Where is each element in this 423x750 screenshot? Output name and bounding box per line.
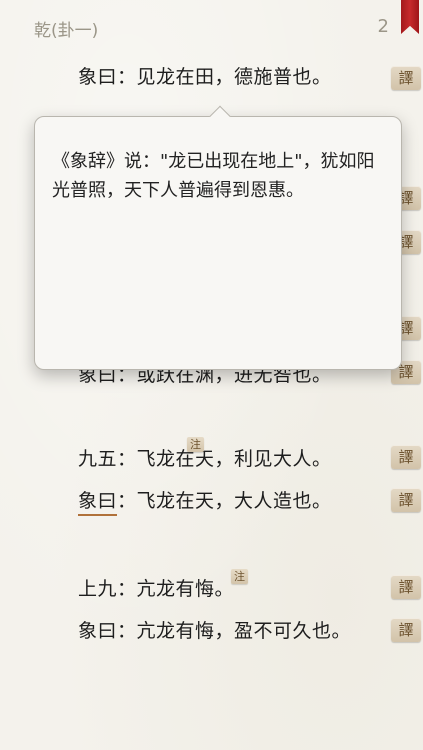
translate-button[interactable]: 譯 bbox=[391, 618, 421, 642]
line-text: 飞龙在天，大人造也。 bbox=[136, 490, 332, 512]
line-label: 上九： bbox=[78, 578, 137, 600]
text-line-1: 象曰：见龙在田，德施普也。 bbox=[78, 66, 332, 88]
popup-arrow bbox=[209, 103, 231, 117]
line-text: 亢龙有悔。 bbox=[136, 578, 235, 600]
bookmark-ribbon[interactable] bbox=[401, 0, 419, 34]
line-label: 九五： bbox=[78, 448, 137, 470]
text-line-5: 上九：亢龙有悔。 bbox=[78, 574, 234, 601]
text-line-6: 象曰：亢龙有悔，盈不可久也。 bbox=[78, 620, 352, 642]
translate-button[interactable]: 譯 bbox=[391, 66, 421, 90]
page-number: 2 bbox=[377, 16, 389, 37]
note-badge[interactable]: 注 bbox=[231, 569, 248, 584]
text-line-3: 九五：飞龙在天，利见大人。 bbox=[78, 444, 332, 471]
line-separator: ： bbox=[117, 490, 137, 512]
translation-popup[interactable]: 《象辞》说："龙已出现在地上"，犹如阳光普照，天下人普遍得到恩惠。 bbox=[34, 116, 402, 370]
popup-text: 《象辞》说："龙已出现在地上"，犹如阳光普照，天下人普遍得到恩惠。 bbox=[52, 151, 375, 201]
line-text: 飞龙在天，利见大人。 bbox=[136, 448, 332, 470]
line-label-link[interactable]: 象曰 bbox=[78, 490, 118, 516]
text-line-4: 象曰：飞龙在天，大人造也。 bbox=[78, 486, 332, 516]
translate-button[interactable]: 譯 bbox=[391, 575, 421, 599]
note-badge[interactable]: 注 bbox=[187, 437, 204, 452]
translate-button[interactable]: 譯 bbox=[391, 488, 421, 512]
translate-button[interactable]: 譯 bbox=[391, 445, 421, 469]
header-title: 乾(卦一) bbox=[34, 21, 99, 41]
